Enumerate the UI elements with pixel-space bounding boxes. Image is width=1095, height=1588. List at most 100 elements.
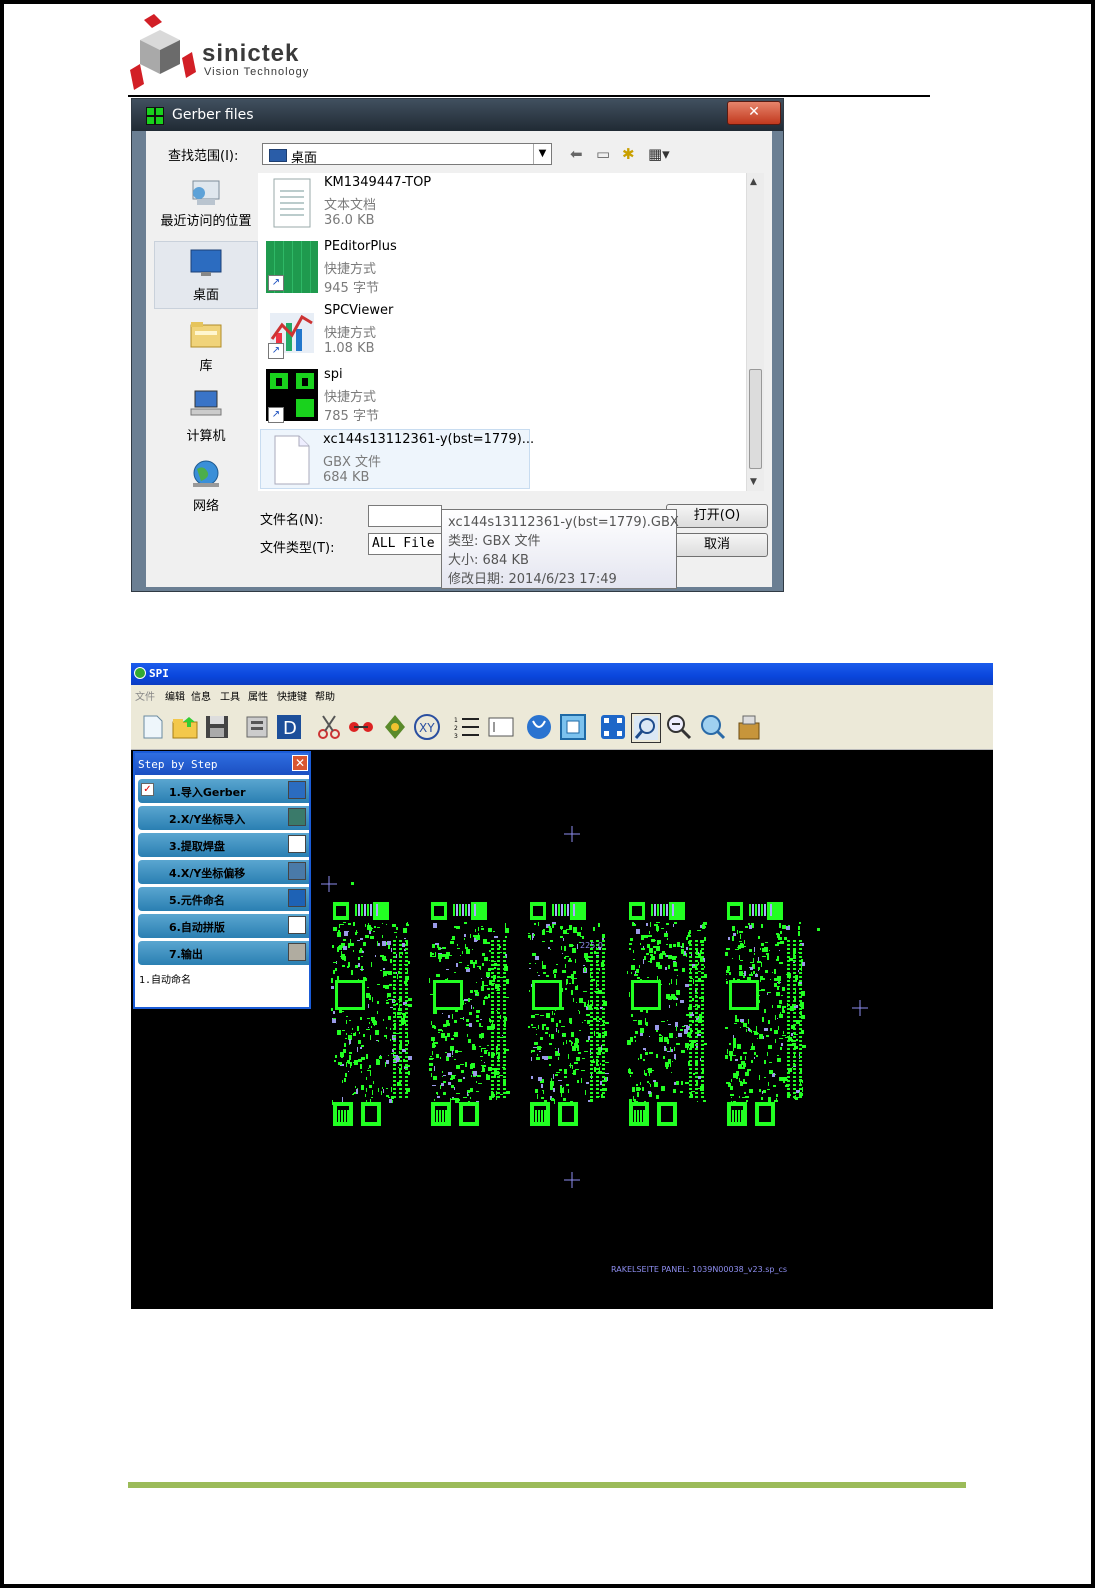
measure-icon[interactable]	[347, 713, 375, 741]
shortcut-arrow-icon: ↗	[268, 275, 284, 291]
back-arrow-icon[interactable]: ⬅	[570, 145, 583, 163]
select-frame-icon[interactable]	[559, 713, 587, 741]
list-icon[interactable]: 123	[453, 713, 481, 741]
xy-offset-icon	[288, 862, 306, 880]
recent-places-icon	[192, 180, 220, 205]
save-disk-icon[interactable]	[203, 713, 231, 741]
place-network[interactable]: 网络	[154, 453, 258, 521]
close-icon[interactable]: ✕	[292, 755, 308, 771]
place-computer[interactable]: 计算机	[154, 383, 258, 451]
menu-file[interactable]: 文件	[135, 688, 155, 703]
file-type: 快捷方式	[324, 262, 377, 277]
cube-logo-icon	[130, 14, 196, 90]
d-mode-icon[interactable]: D	[275, 713, 303, 741]
file-size: 945 字节	[324, 281, 379, 296]
file-item-spi[interactable]: ↗ spi 快捷方式 785 字节	[262, 365, 742, 425]
zoom-out-icon[interactable]	[665, 713, 693, 741]
tooltip-filename: xc144s13112361-y(bst=1779).GBX	[448, 515, 679, 530]
open-button[interactable]: 打开(O)	[666, 504, 768, 528]
xy-import-icon	[288, 808, 306, 826]
text-box-icon[interactable]	[487, 713, 515, 741]
spi-titlebar[interactable]: SPI	[131, 663, 993, 685]
panelize-grid-icon	[288, 916, 306, 934]
file-item-gbx[interactable]: xc144s13112361-y(bst=1779)... GBX 文件 684…	[260, 429, 534, 489]
spi-app-icon	[134, 667, 146, 679]
pcb-board	[429, 902, 510, 1126]
filename-label: 文件名(N):	[260, 513, 324, 528]
menu-properties[interactable]: 属性	[248, 688, 268, 703]
align-tool-icon[interactable]	[381, 713, 409, 741]
scissors-icon[interactable]	[315, 713, 343, 741]
close-button[interactable]: ✕	[727, 101, 781, 125]
menu-tools[interactable]: 工具	[220, 688, 240, 703]
new-folder-icon[interactable]: ✱	[622, 145, 635, 163]
app-icon	[146, 107, 164, 125]
menu-edit[interactable]: 编辑	[165, 688, 185, 703]
up-folder-icon[interactable]: ▭	[596, 145, 610, 163]
step-auto-panelize[interactable]: 6.自动拼版	[138, 914, 309, 938]
new-file-icon[interactable]	[139, 713, 167, 741]
scroll-thumb[interactable]	[749, 369, 762, 469]
dialog-title: Gerber files	[172, 107, 254, 123]
panel-label: RAKELSEITE PANEL: 1039N00038_v23.sp_cs	[611, 1265, 788, 1274]
menu-shortcuts[interactable]: 快捷键	[277, 688, 307, 703]
file-list-scrollbar[interactable]: ▲ ▼	[746, 173, 764, 491]
footer-rule	[128, 1482, 966, 1488]
step-xy-offset[interactable]: 4.X/Y坐标偏移	[138, 860, 309, 884]
file-name: PEditorPlus	[324, 239, 397, 254]
shortcut-arrow-icon: ↗	[268, 407, 284, 423]
file-item-km1349447[interactable]: KM1349447-TOP 文本文档 36.0 KB	[262, 173, 742, 233]
xy-coordinate-icon[interactable]: XY	[413, 713, 441, 741]
place-recent[interactable]: 最近访问的位置	[154, 173, 258, 241]
dialog-titlebar[interactable]: Gerber files ✕	[132, 99, 783, 131]
component-naming-icon	[288, 889, 306, 907]
text-document-icon	[273, 178, 311, 228]
zoom-window-icon[interactable]	[631, 713, 661, 743]
filetype-select[interactable]: ALL File	[368, 533, 442, 555]
pcb-board	[725, 902, 806, 1126]
step-panel-titlebar[interactable]: Step by Step ✕	[135, 753, 309, 775]
place-recent-label: 最近访问的位置	[160, 214, 252, 229]
file-type: 文本文档	[324, 198, 377, 213]
file-type: 快捷方式	[324, 326, 377, 341]
file-name: xc144s13112361-y(bst=1779)...	[323, 432, 535, 447]
step-component-naming[interactable]: 5.元件命名	[138, 887, 309, 911]
svg-text:D: D	[283, 718, 297, 739]
step-import-gerber[interactable]: ✓ 1.导入Gerber	[138, 779, 309, 803]
file-item-peditorplus[interactable]: ↗ PEditorPlus 快捷方式 945 字节	[262, 237, 742, 297]
gerber-files-dialog: Gerber files ✕ 查找范围(I): 桌面 ▼ ⬅ ▭ ✱ ▦▾ 最近…	[131, 98, 784, 592]
look-in-combo[interactable]: 桌面 ▼	[262, 143, 552, 166]
view-menu-icon[interactable]: ▦▾	[648, 145, 670, 163]
place-library[interactable]: 库	[154, 313, 258, 381]
scroll-down-icon[interactable]: ▼	[750, 477, 757, 487]
menu-help[interactable]: 帮助	[315, 688, 335, 703]
cancel-button[interactable]: 取消	[666, 533, 768, 557]
chevron-down-icon[interactable]: ▼	[533, 144, 551, 164]
step-xy-import[interactable]: 2.X/Y坐标导入	[138, 806, 309, 830]
scroll-up-icon[interactable]: ▲	[750, 177, 757, 187]
file-type: GBX 文件	[323, 455, 382, 470]
import-gerber-icon	[288, 781, 306, 799]
file-name: SPCViewer	[324, 303, 394, 318]
database-icon[interactable]	[243, 713, 271, 741]
output-icon	[288, 943, 306, 961]
step-extract-pads[interactable]: 3.提取焊盘	[138, 833, 309, 857]
fit-view-icon[interactable]	[599, 713, 627, 741]
filename-input[interactable]	[368, 505, 442, 527]
file-tooltip: xc144s13112361-y(bst=1779).GBX 类型: GBX 文…	[441, 509, 679, 589]
file-item-spcviewer[interactable]: ↗ SPCViewer 快捷方式 1.08 KB	[262, 301, 742, 361]
library-folder-icon	[190, 322, 222, 348]
rotate-icon[interactable]	[525, 713, 553, 741]
step-checkbox[interactable]: ✓	[141, 783, 154, 796]
place-desktop[interactable]: 桌面	[154, 241, 258, 309]
logo-brand: sinictek	[202, 40, 300, 67]
menu-info[interactable]: 信息	[191, 688, 211, 703]
step-output[interactable]: 7.输出	[138, 941, 309, 965]
tooltip-type: 类型: GBX 文件	[448, 534, 541, 549]
export-package-icon[interactable]	[735, 713, 763, 741]
filetype-label: 文件类型(T):	[260, 541, 335, 556]
file-list[interactable]: KM1349447-TOP 文本文档 36.0 KB ↗ PEditorPlus…	[258, 173, 764, 491]
open-folder-icon[interactable]	[171, 713, 199, 741]
inspect-icon[interactable]	[699, 713, 727, 741]
file-name: spi	[324, 367, 343, 382]
